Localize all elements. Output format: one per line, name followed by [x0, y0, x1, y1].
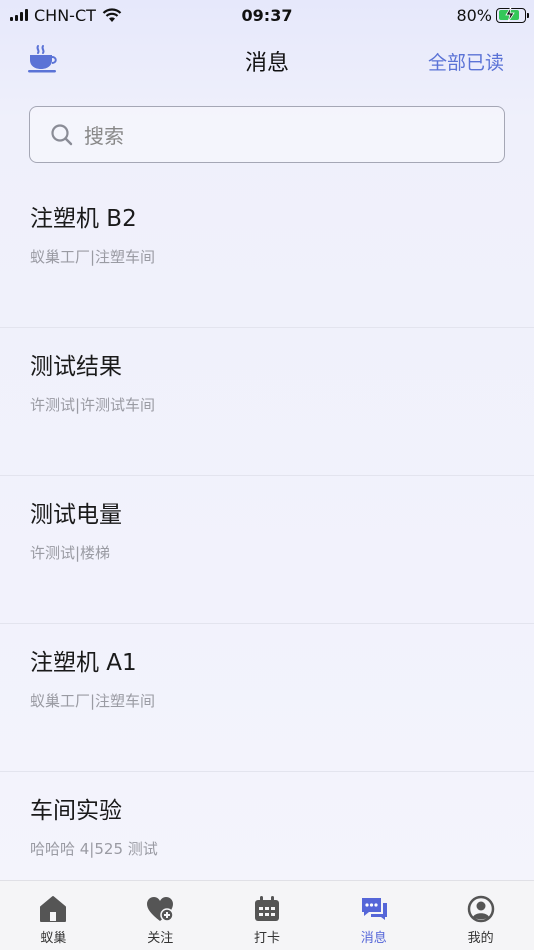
item-title: 测试电量	[30, 502, 122, 528]
tab-home[interactable]: 蚁巢	[0, 881, 107, 950]
tab-label: 关注	[147, 931, 174, 946]
item-subtitle: 蚁巢工厂|注塑车间	[30, 248, 156, 266]
item-title: 注塑机 A1	[30, 650, 137, 676]
page-title: 消息	[244, 51, 289, 76]
search-icon	[51, 123, 73, 145]
mark-all-read-button[interactable]: 全部已读	[428, 48, 504, 75]
tab-follow[interactable]: 关注	[107, 881, 214, 950]
tab-label: 消息	[360, 931, 387, 946]
list-item[interactable]: 注塑机 A1 蚁巢工厂|注塑车间	[0, 624, 534, 772]
search-input[interactable]: 搜索	[29, 106, 505, 163]
tab-profile[interactable]: 我的	[427, 881, 534, 950]
coffee-cup-icon[interactable]	[26, 44, 60, 78]
item-subtitle: 许测试|许测试车间	[30, 396, 156, 414]
navigation-bar: 消息 全部已读	[0, 38, 534, 84]
user-icon	[467, 895, 494, 923]
wifi-icon	[102, 7, 122, 22]
signal-icon	[10, 9, 28, 21]
list-item[interactable]: 注塑机 B2 蚁巢工厂|注塑车间	[0, 180, 534, 328]
calendar-icon	[254, 896, 279, 921]
search-placeholder: 搜索	[84, 124, 124, 148]
battery-percent: 80%	[456, 5, 492, 25]
carrier-label: CHN-CT	[34, 5, 96, 25]
heart-plus-icon	[147, 897, 174, 922]
clock-time: 09:37	[241, 5, 293, 25]
tab-bar: 蚁巢 关注 打卡 消息 我的	[0, 880, 534, 950]
tab-checkin[interactable]: 打卡	[214, 881, 321, 950]
tab-label: 我的	[467, 931, 494, 946]
status-bar-right: 80%	[456, 5, 529, 25]
list-item[interactable]: 测试结果 许测试|许测试车间	[0, 328, 534, 476]
status-bar-left: CHN-CT	[10, 6, 122, 25]
list-item[interactable]: 测试电量 许测试|楼梯	[0, 476, 534, 624]
tab-label: 蚁巢	[40, 931, 67, 946]
item-title: 车间实验	[30, 798, 122, 824]
tab-label: 打卡	[253, 931, 280, 946]
status-bar: CHN-CT 09:37 80%	[0, 0, 534, 30]
message-list: 注塑机 B2 蚁巢工厂|注塑车间 测试结果 许测试|许测试车间 测试电量 许测试…	[0, 180, 534, 920]
tab-messages[interactable]: 消息	[320, 881, 427, 950]
chat-icon	[361, 898, 387, 920]
item-title: 测试结果	[30, 354, 122, 380]
home-icon	[40, 896, 67, 922]
item-title: 注塑机 B2	[30, 206, 137, 232]
battery-icon	[496, 6, 529, 23]
item-subtitle: 许测试|楼梯	[30, 544, 111, 562]
item-subtitle: 蚁巢工厂|注塑车间	[30, 692, 156, 710]
item-subtitle: 哈哈哈 4|525 测试	[30, 840, 158, 858]
